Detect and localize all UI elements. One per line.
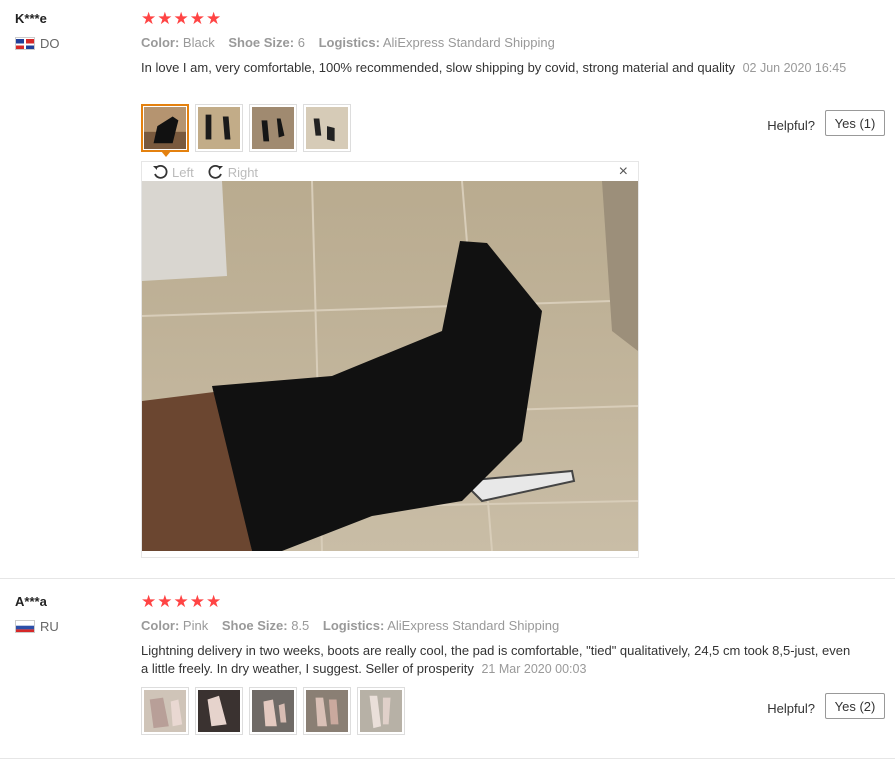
reviewer-name: A***a	[15, 594, 47, 609]
photo-thumbnails	[141, 104, 351, 157]
reviewer-country: DO	[15, 36, 60, 51]
logistics-value: AliExpress Standard Shipping	[387, 618, 560, 633]
photo-thumbnail[interactable]	[249, 104, 297, 152]
star-rating: ★★★★★	[141, 592, 223, 611]
photo-thumbnail[interactable]	[195, 687, 243, 735]
rotate-left-label: Left	[172, 164, 194, 180]
order-attributes: Color: Pink Shoe Size: 8.5 Logistics: Al…	[141, 618, 559, 633]
review-divider	[0, 758, 895, 759]
color-value: Pink	[182, 618, 209, 633]
logistics-label: Logistics:	[318, 35, 380, 50]
flag-do-icon	[15, 37, 35, 50]
color-value: Black	[182, 35, 215, 50]
helpful-yes-button[interactable]: Yes (1)	[825, 110, 885, 136]
order-attributes: Color: Black Shoe Size: 6 Logistics: Ali…	[141, 35, 555, 50]
helpful-yes-button[interactable]: Yes (2)	[825, 693, 885, 719]
rotate-right-label: Right	[227, 164, 259, 180]
color-label: Color:	[141, 35, 180, 50]
helpful-label: Helpful?	[767, 701, 815, 716]
rotate-right-button[interactable]: Right	[208, 164, 258, 180]
photo-thumbnail[interactable]	[303, 687, 351, 735]
review-body: In love I am, very comfortable, 100% rec…	[141, 60, 735, 75]
review-date: 21 Mar 2020 00:03	[481, 662, 587, 676]
photo-thumbnail[interactable]	[141, 687, 189, 735]
size-label: Shoe Size:	[221, 618, 288, 633]
photo-thumbnails	[141, 687, 405, 735]
photo-thumbnail[interactable]	[249, 687, 297, 735]
logistics-label: Logistics:	[322, 618, 385, 633]
review-text: Lightning delivery in two weeks, boots a…	[141, 642, 861, 678]
photo-thumbnail[interactable]	[303, 104, 351, 152]
photo-thumbnail[interactable]	[357, 687, 405, 735]
review-text: In love I am, very comfortable, 100% rec…	[141, 59, 861, 77]
size-label: Shoe Size:	[228, 35, 295, 50]
review-divider	[0, 578, 895, 579]
star-rating: ★★★★★	[141, 9, 223, 28]
color-label: Color:	[141, 618, 180, 633]
photo-viewer: Left Right ×	[141, 161, 639, 558]
helpful-label: Helpful?	[767, 118, 815, 133]
logistics-value: AliExpress Standard Shipping	[382, 35, 555, 50]
viewer-toolbar: Left Right ×	[142, 162, 638, 182]
review-photo-large	[142, 181, 638, 551]
photo-thumbnail[interactable]	[141, 104, 189, 157]
review-date: 02 Jun 2020 16:45	[742, 61, 847, 75]
rotate-left-icon	[153, 164, 168, 179]
reviewer-name: K***e	[15, 11, 47, 26]
photo-thumbnail[interactable]	[195, 104, 243, 152]
close-icon[interactable]: ×	[619, 163, 628, 181]
reviewer-country: RU	[15, 619, 59, 634]
rotate-right-icon	[208, 164, 223, 179]
country-code: RU	[40, 619, 59, 634]
flag-ru-icon	[15, 620, 35, 633]
size-value: 6	[297, 35, 305, 50]
size-value: 8.5	[291, 618, 310, 633]
rotate-left-button[interactable]: Left	[152, 164, 194, 180]
country-code: DO	[40, 36, 60, 51]
